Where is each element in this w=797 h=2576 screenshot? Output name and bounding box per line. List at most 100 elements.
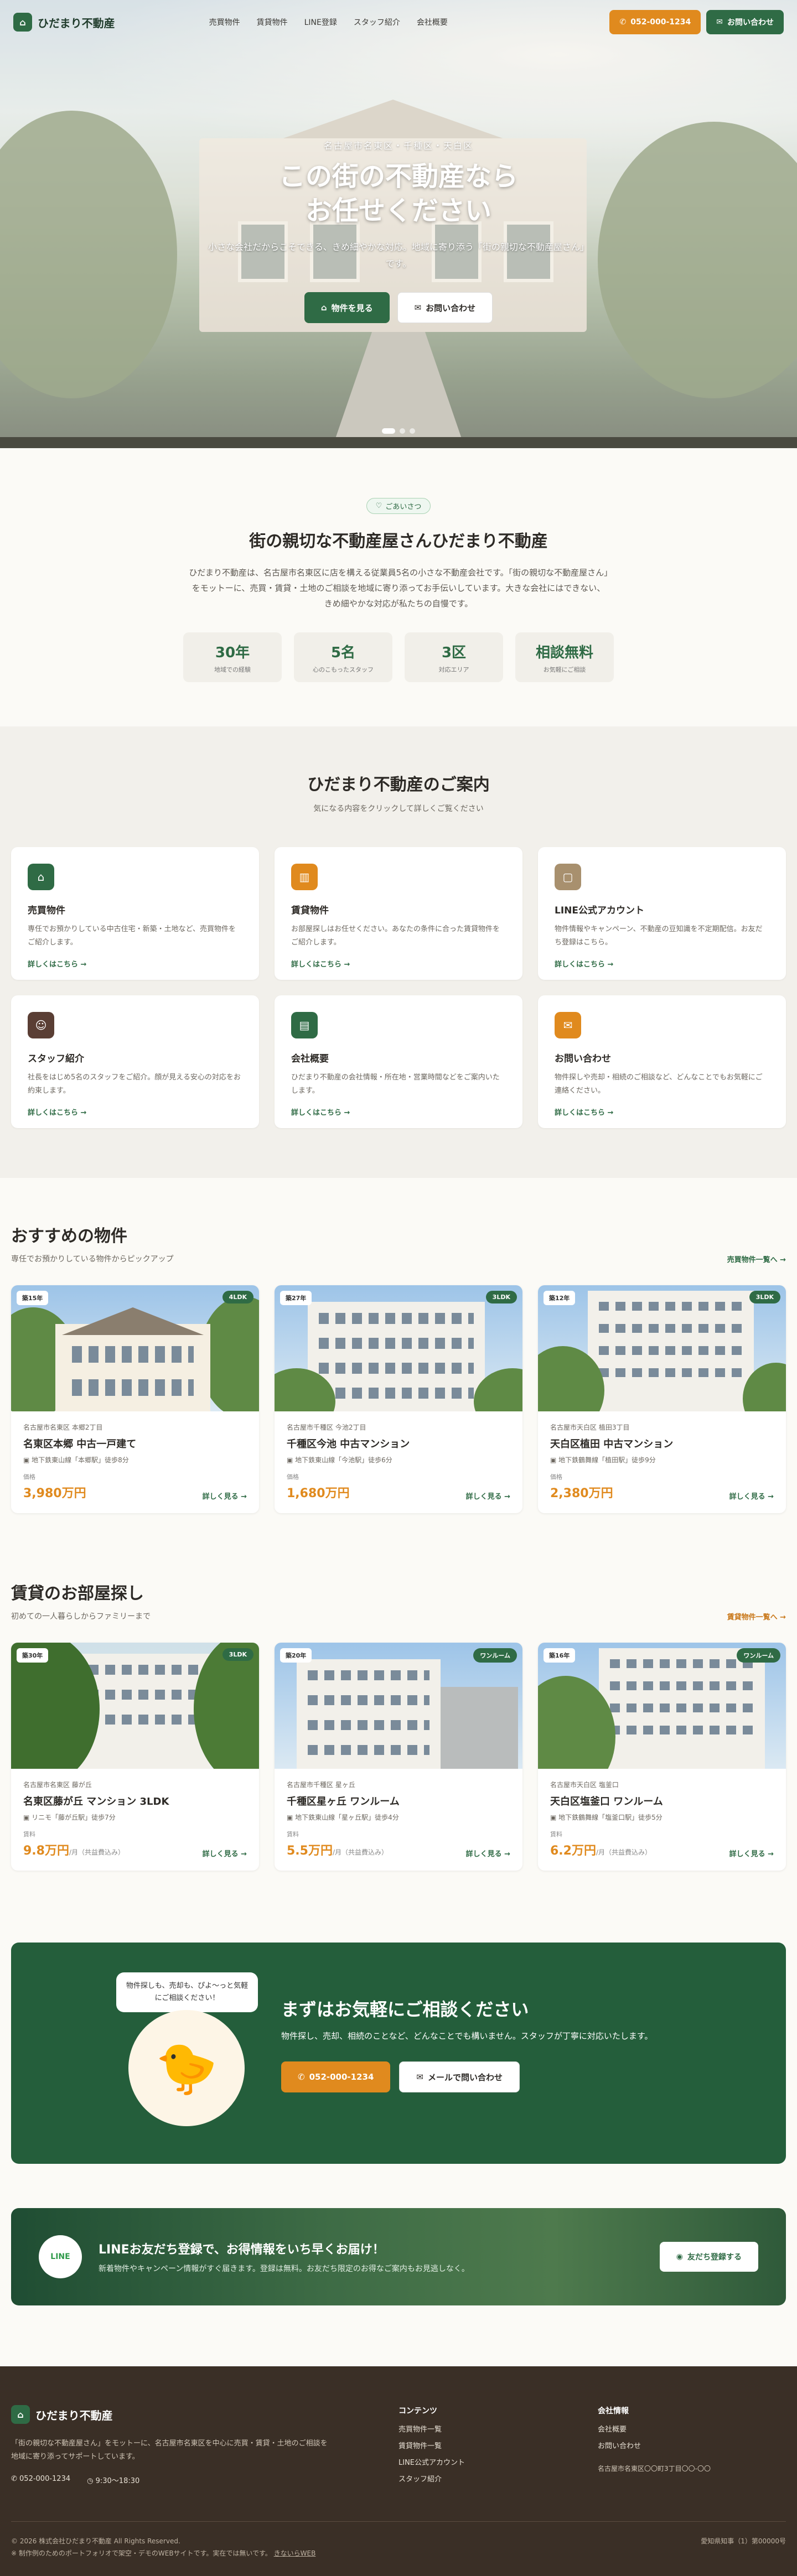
property-price: 5.5万円/月（共益費込み） bbox=[287, 1841, 388, 1858]
property-location: 名古屋市千種区 星ヶ丘 bbox=[287, 1781, 355, 1789]
guide-card-company[interactable]: ▤ 会社概要 ひだまり不動産の会社情報・所在地・営業時間などをご案内いたします。 詳し… bbox=[275, 995, 522, 1128]
footer-link[interactable]: LINE公式アカウント bbox=[398, 2455, 598, 2471]
stat-card: 3区 対応エリア bbox=[405, 632, 503, 682]
hero-contact-button[interactable]: ✉ お問い合わせ bbox=[397, 292, 493, 323]
station-text: 地下鉄東山線「本郷駅」徒歩8分 bbox=[32, 1456, 129, 1464]
users-icon: ☺ bbox=[28, 1012, 54, 1038]
nav-item-company[interactable]: 会社概要 bbox=[417, 17, 448, 28]
mail-icon: ✉ bbox=[416, 2072, 423, 2082]
phone-icon: ✆ bbox=[11, 2475, 20, 2483]
station-text: 地下鉄鶴舞線「塩釜口駅」徒歩5分 bbox=[558, 1814, 663, 1821]
property-more-link[interactable]: 詳しく見る → bbox=[729, 1848, 774, 1858]
property-card[interactable]: 築12年 3LDK 名古屋市天白区 植田3丁目 天白区植田 中古マンション ▣ … bbox=[538, 1285, 786, 1513]
card-more-link[interactable]: 詳しくはこちら → bbox=[555, 1107, 769, 1117]
station-text: リニモ「藤が丘駅」徒歩7分 bbox=[32, 1814, 116, 1821]
site-logo[interactable]: ⌂ ひだまり不動産 bbox=[13, 13, 115, 32]
card-more-link[interactable]: 詳しくはこちら → bbox=[291, 1107, 506, 1117]
footer-link[interactable]: スタッフ紹介 bbox=[398, 2471, 598, 2488]
portfolio-link[interactable]: きないらWEB bbox=[274, 2549, 316, 2557]
card-more-link[interactable]: 詳しくはこちら → bbox=[291, 958, 506, 969]
footer-link[interactable]: 賃貸物件一覧 bbox=[398, 2438, 598, 2455]
header-contact-button[interactable]: ✉ お問い合わせ bbox=[706, 10, 784, 34]
view-properties-button[interactable]: ⌂ 物件を見る bbox=[304, 292, 390, 323]
price-label: 賃料 bbox=[287, 1831, 299, 1838]
nav-item-staff[interactable]: スタッフ紹介 bbox=[354, 17, 400, 28]
property-more-link[interactable]: 詳しく見る → bbox=[203, 1848, 247, 1858]
rent-value: 5.5万円 bbox=[287, 1844, 333, 1858]
property-card[interactable]: 築16年 ワンルーム 名古屋市天白区 塩釜口 天白区塩釜口 ワンルーム ▣ 地下… bbox=[538, 1643, 786, 1871]
contact-section: 物件探しも、売却も、ぴよ〜っと気軽にご相談ください！ 🐤 まずはお気軽にご相談く… bbox=[0, 1904, 797, 2164]
card-more-link[interactable]: 詳しくはこちら → bbox=[28, 958, 242, 969]
contact-mail-button[interactable]: ✉ メールで問い合わせ bbox=[399, 2061, 520, 2092]
footer-address: 名古屋市名東区〇〇町3丁目〇〇-〇〇 bbox=[598, 2465, 711, 2473]
card-title: スタッフ紹介 bbox=[28, 1053, 84, 1064]
hero-subtitle: 小さな会社だからこそできる、きめ細やかな対応。地域に寄り添う「街の親切な不動産屋… bbox=[208, 242, 589, 269]
property-more-link[interactable]: 詳しく見る → bbox=[203, 1490, 247, 1501]
guide-card-contact[interactable]: ✉ お問い合わせ 物件探しや売却・相続のご相談など、どんなことでもお気軽にご連絡くだ… bbox=[538, 995, 786, 1128]
footer-link[interactable]: 売買物件一覧 bbox=[398, 2422, 598, 2438]
phone-icon: ✆ bbox=[619, 18, 627, 27]
mail-icon: ✉ bbox=[716, 18, 723, 27]
property-more-link[interactable]: 詳しく見る → bbox=[466, 1848, 510, 1858]
carousel-dot[interactable] bbox=[400, 428, 405, 434]
guide-card-rent[interactable]: ▥ 賃貸物件 お部屋探しはお任せください。あなたの条件に合った賃貸物件をご紹介します… bbox=[275, 847, 522, 980]
contact-mail-label: メールで問い合わせ bbox=[427, 2072, 503, 2082]
rent-list-link[interactable]: 賃貸物件一覧へ → bbox=[727, 1611, 786, 1622]
guide-card-line[interactable]: ▢ LINE公式アカウント 物件情報やキャンペーン、不動産の豆知識を不定期配信。お友… bbox=[538, 847, 786, 980]
property-card[interactable]: 築20年 ワンルーム 名古屋市千種区 星ヶ丘 千種区星ヶ丘 ワンルーム ▣ 地下… bbox=[275, 1643, 522, 1871]
stat-label: お気軽にご相談 bbox=[543, 666, 586, 673]
card-more-link[interactable]: 詳しくはこちら → bbox=[28, 1107, 242, 1117]
footer-phone: ✆ 052-000-1234 bbox=[11, 2475, 70, 2485]
age-badge: 築30年 bbox=[17, 1648, 49, 1663]
about-title: 街の親切な不動産屋さんひだまり不動産 bbox=[249, 532, 548, 551]
age-badge: 築12年 bbox=[544, 1291, 576, 1305]
sale-list-link[interactable]: 売買物件一覧へ → bbox=[727, 1254, 786, 1264]
contact-phone-button[interactable]: ✆ 052-000-1234 bbox=[281, 2061, 391, 2092]
mail-icon: ✉ bbox=[555, 1012, 581, 1038]
greeting-pill: ♡ ごあいさつ bbox=[366, 498, 431, 514]
layout-badge: ワンルーム bbox=[737, 1648, 780, 1663]
header-contact-label: お問い合わせ bbox=[727, 18, 774, 27]
card-desc: 物件探しや売却・相続のご相談など、どんなことでもお気軽にご連絡ください。 bbox=[555, 1073, 763, 1095]
rent-value: 9.8万円 bbox=[23, 1844, 69, 1858]
header-phone-button[interactable]: ✆ 052-000-1234 bbox=[609, 10, 701, 34]
property-photo: 築30年 3LDK bbox=[11, 1643, 259, 1769]
footer-link[interactable]: 会社概要 bbox=[598, 2422, 786, 2438]
stat-value: 相談無料 bbox=[535, 644, 593, 661]
rent-value: 6.2万円 bbox=[550, 1844, 596, 1858]
chat-icon: ▢ bbox=[555, 864, 581, 890]
footer-logo[interactable]: ⌂ ひだまり不動産 bbox=[11, 2405, 398, 2424]
nav-item-sale[interactable]: 売買物件 bbox=[209, 17, 240, 28]
property-station: ▣ 地下鉄鶴舞線「植田駅」徒歩9分 bbox=[550, 1455, 774, 1464]
carousel-dot[interactable] bbox=[410, 428, 415, 434]
line-add-friend-button[interactable]: ◉ 友だち登録する bbox=[659, 2242, 758, 2272]
greeting-pill-label: ごあいさつ bbox=[385, 503, 422, 511]
property-card[interactable]: 築30年 3LDK 名古屋市名東区 藤が丘 名東区藤が丘 マンション 3LDK … bbox=[11, 1643, 259, 1871]
layout-badge: 3LDK bbox=[749, 1291, 780, 1303]
layout-badge: ワンルーム bbox=[473, 1648, 517, 1663]
price-label: 価格 bbox=[23, 1473, 35, 1481]
site-header: ⌂ ひだまり不動産 売買物件 賃貸物件 LINE登録 スタッフ紹介 会社概要 ✆… bbox=[0, 0, 797, 44]
property-card[interactable]: 築15年 4LDK 名古屋市名東区 本郷2丁目 名東区本郷 中古一戸建て ▣ 地… bbox=[11, 1285, 259, 1513]
train-icon: ▣ bbox=[23, 1456, 32, 1464]
nav-item-line[interactable]: LINE登録 bbox=[304, 17, 337, 28]
station-text: 地下鉄鶴舞線「植田駅」徒歩9分 bbox=[558, 1456, 656, 1464]
card-desc: 物件情報やキャンペーン、不動産の豆知識を不定期配信。お友だち登録はこちら。 bbox=[555, 925, 763, 947]
rent-section: 賃貸のお部屋探し 初めての一人暮らしからファミリーまで 賃貸物件一覧へ → 築30… bbox=[0, 1546, 797, 1904]
footer-link[interactable]: お問い合わせ bbox=[598, 2438, 786, 2455]
property-location: 名古屋市名東区 藤が丘 bbox=[23, 1781, 92, 1789]
property-name: 千種区今池 中古マンション bbox=[287, 1438, 410, 1450]
site-footer: ⌂ ひだまり不動産 「街の親切な不動産屋さん」をモットーに、名古屋市名東区を中心に… bbox=[0, 2366, 797, 2576]
card-more-link[interactable]: 詳しくはこちら → bbox=[555, 958, 769, 969]
property-photo: 築15年 4LDK bbox=[11, 1285, 259, 1411]
property-more-link[interactable]: 詳しく見る → bbox=[466, 1490, 510, 1501]
property-card[interactable]: 築27年 3LDK 名古屋市千種区 今池2丁目 千種区今池 中古マンション ▣ … bbox=[275, 1285, 522, 1513]
property-location: 名古屋市名東区 本郷2丁目 bbox=[23, 1424, 103, 1431]
property-photo: 築12年 3LDK bbox=[538, 1285, 786, 1411]
age-badge: 築27年 bbox=[280, 1291, 312, 1305]
carousel-dot[interactable] bbox=[382, 428, 395, 434]
guide-card-sale[interactable]: ⌂ 売買物件 専任でお預かりしている中古住宅・新築・土地など、売買物件をご紹介します… bbox=[11, 847, 259, 980]
nav-item-rent[interactable]: 賃貸物件 bbox=[257, 17, 288, 28]
guide-card-staff[interactable]: ☺ スタッフ紹介 社長をはじめ5名のスタッフをご紹介。顔が見える安心の対応をお約束し… bbox=[11, 995, 259, 1128]
property-more-link[interactable]: 詳しく見る → bbox=[729, 1490, 774, 1501]
